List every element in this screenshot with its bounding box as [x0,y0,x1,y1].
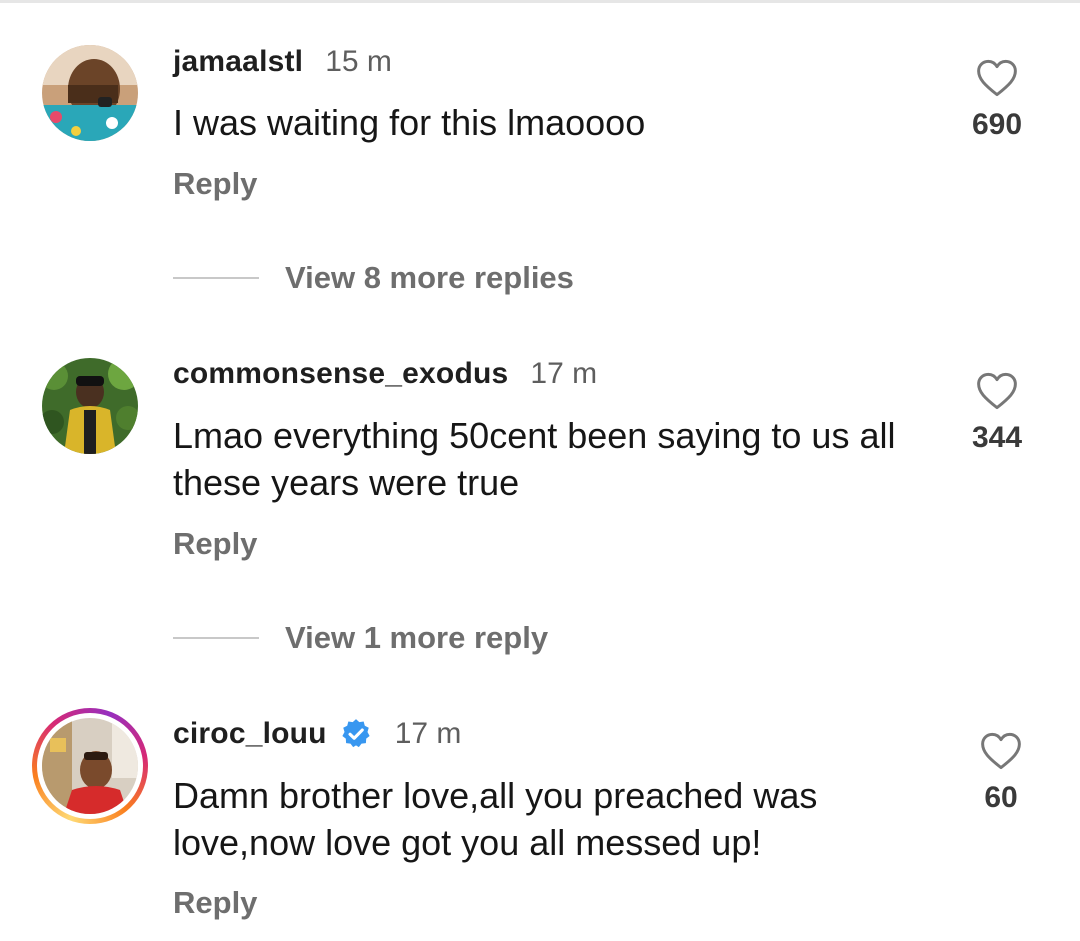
avatar[interactable] [42,45,138,141]
avatar[interactable] [42,718,138,814]
like-count: 344 [971,421,1023,454]
reply-button[interactable]: Reply [173,526,257,562]
view-replies-divider [173,637,259,639]
view-replies-divider [173,277,259,279]
verified-badge-icon [342,719,370,748]
view-replies-label: View 1 more reply [285,620,549,655]
like-count: 60 [984,781,1018,814]
comment-text: I was waiting for this lmaoooo [173,102,646,143]
comment-text: Damn brother love,all you preached was l… [173,775,818,863]
heart-outline-icon[interactable] [976,371,1018,411]
like-control: 60 [961,731,1041,815]
timestamp: 17 m [530,357,598,390]
comment-header: jamaalstl 15 m [173,42,392,82]
avatar[interactable] [42,358,138,454]
story-ring[interactable] [32,708,148,824]
timestamp: 17 m [394,717,462,750]
view-replies-label: View 8 more replies [285,260,574,295]
top-divider [0,0,1080,3]
username[interactable]: commonsense_exodus [173,357,508,391]
like-control: 344 [957,371,1037,455]
timestamp: 15 m [325,45,392,78]
like-count: 690 [971,108,1023,141]
username[interactable]: jamaalstl [173,45,303,79]
reply-button[interactable]: Reply [173,166,257,202]
view-more-replies-button[interactable]: View 1 more reply [173,618,548,658]
reply-button[interactable]: Reply [173,885,257,921]
comment-header: commonsense_exodus 17 m [173,354,597,394]
like-control: 690 [957,58,1037,142]
heart-outline-icon[interactable] [976,58,1018,98]
view-more-replies-button[interactable]: View 8 more replies [173,258,574,298]
username[interactable]: ciroc_louu [173,717,327,751]
comment-text: Lmao everything 50cent been saying to us… [173,415,896,503]
comment-header: ciroc_louu 17 m [173,714,461,754]
heart-outline-icon[interactable] [980,731,1022,771]
